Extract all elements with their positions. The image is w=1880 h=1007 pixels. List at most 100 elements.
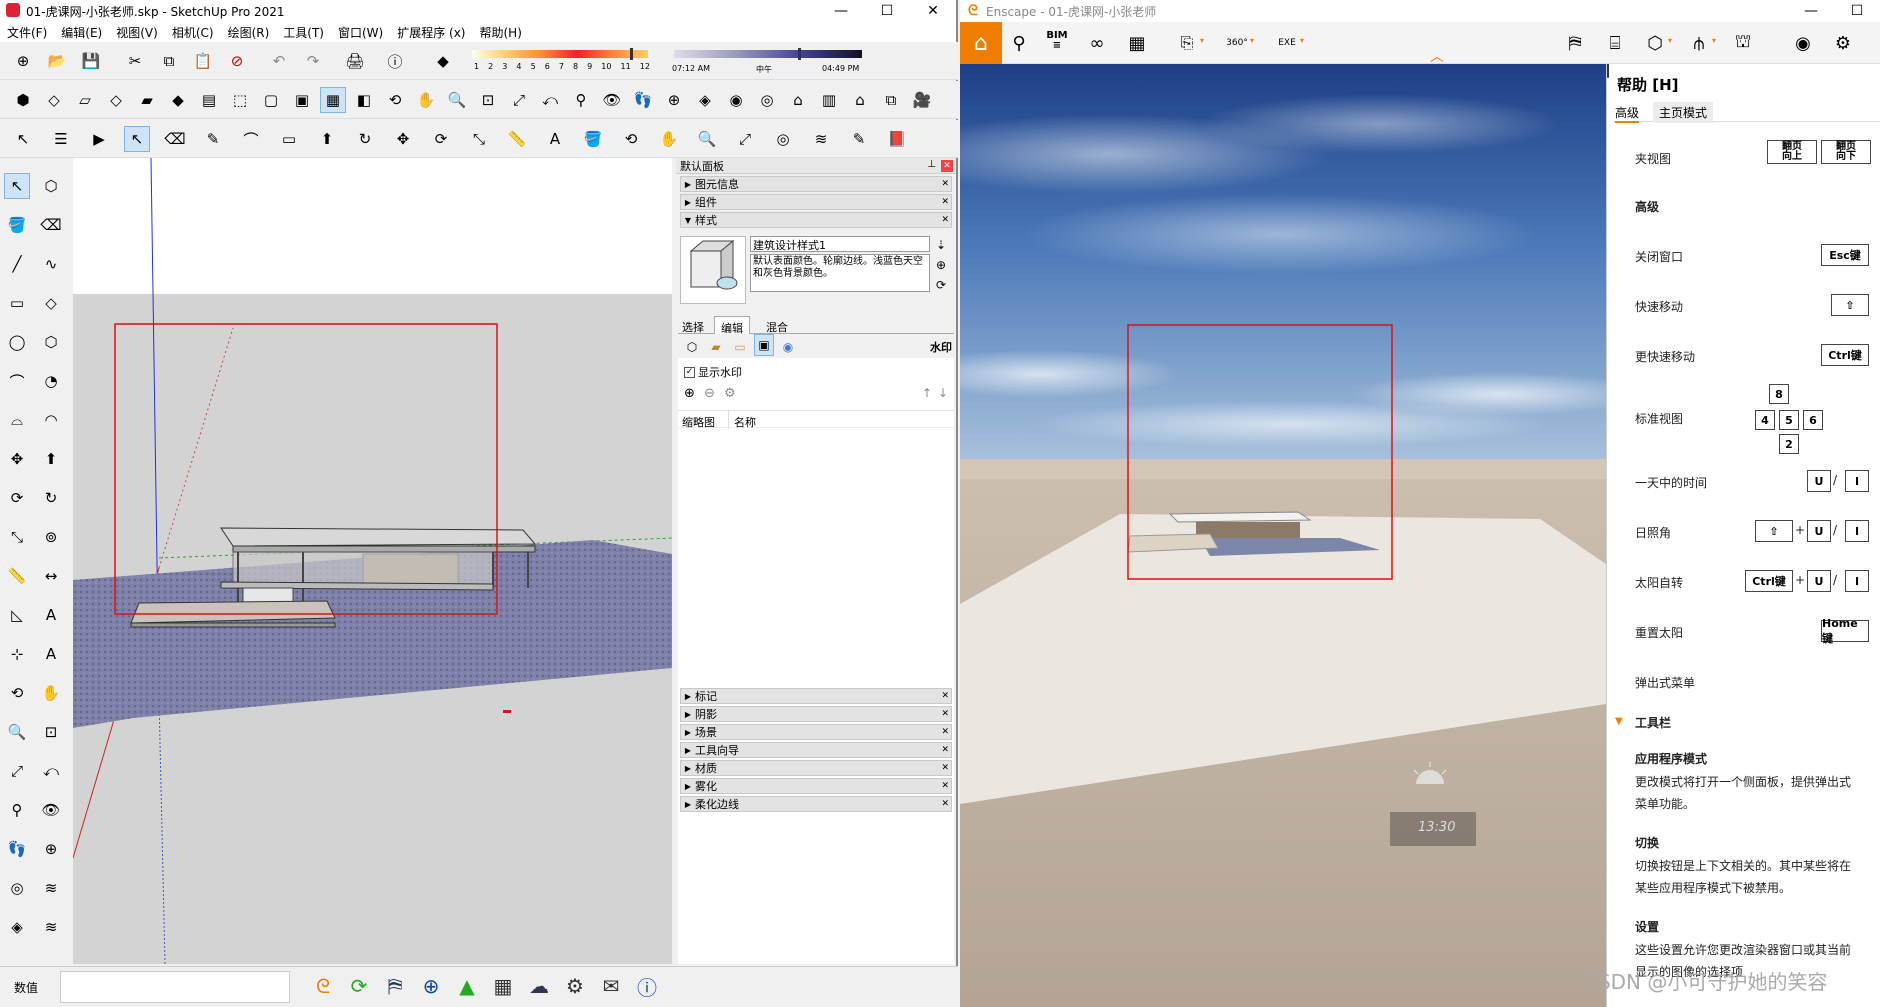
zoom-extents-icon[interactable]: ⤢	[732, 126, 758, 152]
exe-icon[interactable]: EXE	[1274, 30, 1300, 56]
modeling-settings-icon[interactable]: ◉	[778, 334, 798, 360]
style-name-field[interactable]: 建筑设计样式1	[750, 236, 930, 252]
undo-icon[interactable]: ↶	[266, 48, 292, 74]
exe-dropdown-icon[interactable]: ▾	[1300, 36, 1304, 45]
component-icon[interactable]: ⬡	[38, 173, 64, 199]
zoom-extents-icon[interactable]: ⤢	[4, 758, 30, 784]
move-down-icon[interactable]: ↓	[938, 386, 948, 400]
tray-section-header[interactable]: ▶ 材质 ✕	[680, 760, 952, 776]
view-icon[interactable]: ⛿	[382, 973, 408, 999]
select-tool-icon[interactable]: ↖	[10, 126, 36, 152]
section-icon[interactable]: ⊕	[38, 836, 64, 862]
previous-icon[interactable]: ⤺	[38, 758, 64, 784]
edge-settings-icon[interactable]: ⬡	[682, 334, 702, 360]
erase-selection-icon[interactable]: ⊘	[224, 48, 250, 74]
rectangle-icon[interactable]: ▭	[4, 290, 30, 316]
remove-watermark-icon[interactable]: ⊖	[704, 386, 715, 401]
measurements-input[interactable]	[60, 971, 290, 1003]
menu-tools[interactable]: 工具(T)	[283, 24, 324, 41]
pie-icon[interactable]: ◔	[38, 368, 64, 394]
move-icon[interactable]: ✥	[390, 126, 416, 152]
cube-top-icon[interactable]: ◇	[41, 87, 67, 113]
upload-icon[interactable]: ☁	[526, 973, 552, 999]
menu-draw[interactable]: 绘图(R)	[228, 24, 270, 41]
position-camera-icon[interactable]: ⚲	[4, 797, 30, 823]
tray-section-header[interactable]: ▶ 图元信息 ✕	[680, 176, 952, 192]
wireframe-icon[interactable]: ⬚	[227, 87, 253, 113]
home-icon[interactable]: ⌂	[847, 87, 873, 113]
zoom-icon[interactable]: 🔍	[694, 126, 720, 152]
extension-icon[interactable]: ≋	[38, 875, 64, 901]
minimize-button[interactable]: —	[818, 0, 864, 22]
dimension-icon[interactable]: ↔	[38, 563, 64, 589]
scale-icon[interactable]: ⤡	[4, 524, 30, 550]
menu-view[interactable]: 视图(V)	[116, 24, 158, 41]
style-description-field[interactable]: 默认表面颜色。轮廓边线。浅蓝色天空和灰色背景颜色。	[750, 254, 930, 292]
show-watermark-row[interactable]: ✓ 显示水印	[684, 364, 742, 380]
tab-mix[interactable]: 混合	[766, 319, 788, 335]
warehouse-icon[interactable]: ◎	[770, 126, 796, 152]
follow-me-icon[interactable]: ↻	[38, 485, 64, 511]
export-dropdown-icon[interactable]: ▾	[1200, 36, 1204, 45]
3d-text-icon[interactable]: A	[38, 641, 64, 667]
enscape-logo-icon[interactable]: ᘓ	[310, 973, 336, 999]
close-section-icon[interactable]: ✕	[941, 763, 949, 773]
menu-file[interactable]: 文件(F)	[7, 24, 47, 41]
menu-extensions[interactable]: 扩展程序 (x)	[397, 24, 465, 41]
push-pull-icon[interactable]: ⬆	[314, 126, 340, 152]
tray-section-header[interactable]: ▶ 柔化边线 ✕	[680, 796, 952, 812]
polygon-icon[interactable]: ⬡	[38, 329, 64, 355]
pan-icon[interactable]: ✋	[656, 126, 682, 152]
hidden-line-icon[interactable]: ▢	[258, 87, 284, 113]
circle-icon[interactable]: ◯	[4, 329, 30, 355]
bim-icon[interactable]: BIM ≡	[1044, 28, 1070, 54]
line-icon[interactable]: ╱	[4, 251, 30, 277]
save-icon[interactable]: 💾	[78, 48, 104, 74]
eraser-icon[interactable]: ⌫	[38, 212, 64, 238]
camera-icon[interactable]: ⌸	[1602, 30, 1628, 56]
help-tab-home-mode[interactable]: 主页模式	[1653, 102, 1714, 123]
tray-section-header[interactable]: ▶ 雾化 ✕	[680, 778, 952, 794]
enscape-render-view[interactable]: 13:30	[960, 64, 1606, 1007]
move-up-icon[interactable]: ↑	[922, 386, 932, 400]
cube-dropdown-icon[interactable]: ▾	[1668, 36, 1672, 45]
zoom-extents-icon[interactable]: ⤢	[506, 87, 532, 113]
pin-icon[interactable]: ⊥	[927, 159, 936, 170]
background-settings-icon[interactable]: ▭	[730, 334, 750, 360]
collapse-chevron-icon[interactable]: ︿	[1430, 46, 1444, 66]
tray-section-header[interactable]: ▼ 样式 ✕	[680, 212, 952, 228]
watermark-settings-icon[interactable]: ▣	[754, 334, 774, 356]
home-icon[interactable]: ⌂	[960, 22, 1002, 64]
asset-library-icon[interactable]: ⛫	[1730, 30, 1756, 56]
rectangle-icon[interactable]: ▭	[276, 126, 302, 152]
new-file-icon[interactable]: ⊕	[10, 48, 36, 74]
select-icon[interactable]: ↖	[124, 126, 150, 152]
info-icon[interactable]: ⓘ	[634, 973, 660, 1000]
eraser-icon[interactable]: ⌫	[162, 126, 188, 152]
camera-icon[interactable]: 🎥	[909, 87, 935, 113]
close-button[interactable]: ✕	[910, 0, 956, 22]
tray-section-header[interactable]: ▶ 工具向导 ✕	[680, 742, 952, 758]
text-icon[interactable]: A	[542, 126, 568, 152]
face-settings-icon[interactable]: ▰	[706, 334, 726, 360]
360-dropdown-icon[interactable]: ▾	[1250, 36, 1254, 45]
follow-me-icon[interactable]: ↻	[352, 126, 378, 152]
text-icon[interactable]: A	[38, 602, 64, 628]
open-folder-icon[interactable]: 📂	[44, 48, 70, 74]
cube-iso-icon[interactable]: ⬢	[10, 87, 36, 113]
update-style-icon[interactable]: ⇣	[936, 238, 946, 252]
close-section-icon[interactable]: ✕	[941, 179, 949, 189]
close-section-icon[interactable]: ✕	[941, 197, 949, 207]
position-camera-icon[interactable]: ⚲	[568, 87, 594, 113]
360-icon[interactable]: 360°	[1224, 30, 1250, 56]
settings-icon[interactable]: ⚙	[562, 973, 588, 999]
maximize-button[interactable]: ☐	[864, 0, 910, 22]
copy-icon[interactable]: ⧉	[156, 48, 182, 74]
paint-bucket-icon[interactable]: 🪣	[580, 126, 606, 152]
sync-icon[interactable]: ⟳	[346, 973, 372, 999]
add-watermark-icon[interactable]: ⊕	[684, 386, 695, 401]
tray-section-header[interactable]: ▶ 场景 ✕	[680, 724, 952, 740]
style-thumbnail[interactable]	[680, 236, 746, 304]
clapper-icon[interactable]: ▦	[1124, 30, 1150, 56]
redo-icon[interactable]: ↷	[300, 48, 326, 74]
